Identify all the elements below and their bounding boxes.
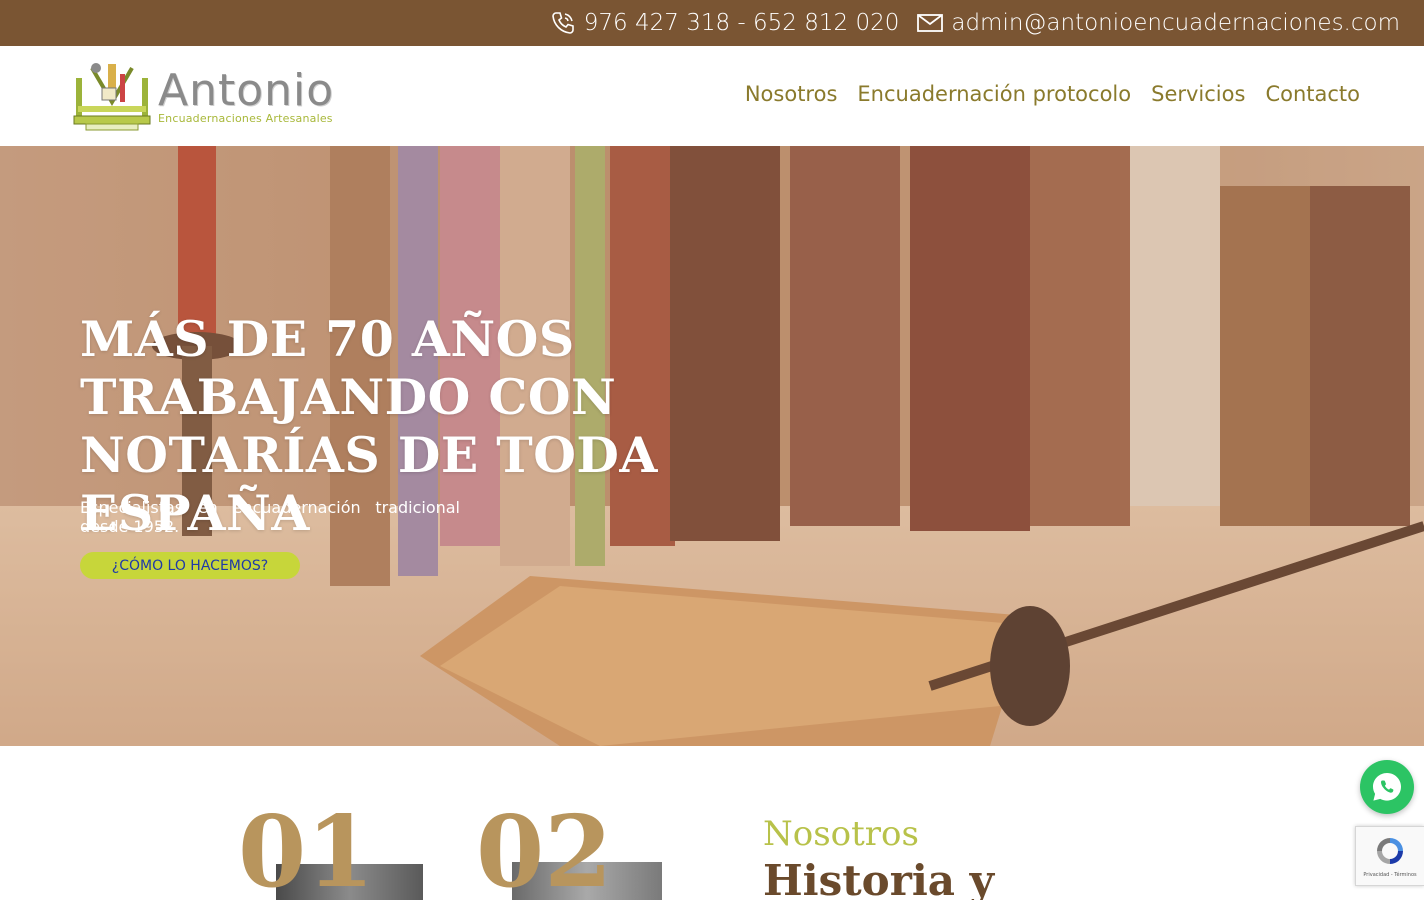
email-address[interactable]: admin@antonioencuadernaciones.com <box>951 10 1400 36</box>
main-nav: Nosotros Encuadernación protocolo Servic… <box>745 82 1360 106</box>
recaptcha-icon <box>1377 838 1403 864</box>
logo-name: Antonio <box>158 64 335 116</box>
nav-servicios[interactable]: Servicios <box>1151 82 1245 106</box>
phone-contact[interactable]: 976 427 318 - 652 812 020 <box>550 10 900 36</box>
phone-numbers[interactable]: 976 427 318 - 652 812 020 <box>584 10 900 36</box>
nav-encuadernacion-protocolo[interactable]: Encuadernación protocolo <box>857 82 1131 106</box>
nav-nosotros[interactable]: Nosotros <box>745 82 838 106</box>
recaptcha-badge[interactable]: Privacidad - Términos <box>1355 826 1424 886</box>
recaptcha-terms[interactable]: Privacidad - Términos <box>1363 872 1416 878</box>
site-logo[interactable]: Antonio Encuadernaciones Artesanales <box>72 56 362 136</box>
step-number-1: 01 <box>238 795 375 900</box>
como-lo-hacemos-button[interactable]: ¿CÓMO LO HACEMOS? <box>80 552 300 579</box>
about-section: 01 02 Nosotros Historia y <box>0 746 1424 900</box>
section-title: Historia y <box>763 856 995 900</box>
nav-contacto[interactable]: Contacto <box>1265 82 1360 106</box>
whatsapp-button[interactable] <box>1360 760 1414 814</box>
bookbinding-press-icon <box>73 63 151 131</box>
whatsapp-icon <box>1373 773 1401 801</box>
envelope-icon <box>917 14 944 32</box>
top-contact-bar: 976 427 318 - 652 812 020 admin@antonioe… <box>0 0 1424 46</box>
phone-icon <box>550 10 576 36</box>
site-header: Antonio Encuadernaciones Artesanales Nos… <box>0 46 1424 146</box>
section-kicker: Nosotros <box>763 814 919 854</box>
email-contact[interactable]: admin@antonioencuadernaciones.com <box>917 10 1400 36</box>
logo-tagline: Encuadernaciones Artesanales <box>158 111 333 125</box>
step-number-2: 02 <box>476 795 613 900</box>
hero-banner: MÁS DE 70 AÑOS TRABAJANDO CON NOTARÍAS D… <box>0 146 1424 746</box>
hero-subtitle: Especialistas en encuadernación tradicio… <box>80 498 460 536</box>
